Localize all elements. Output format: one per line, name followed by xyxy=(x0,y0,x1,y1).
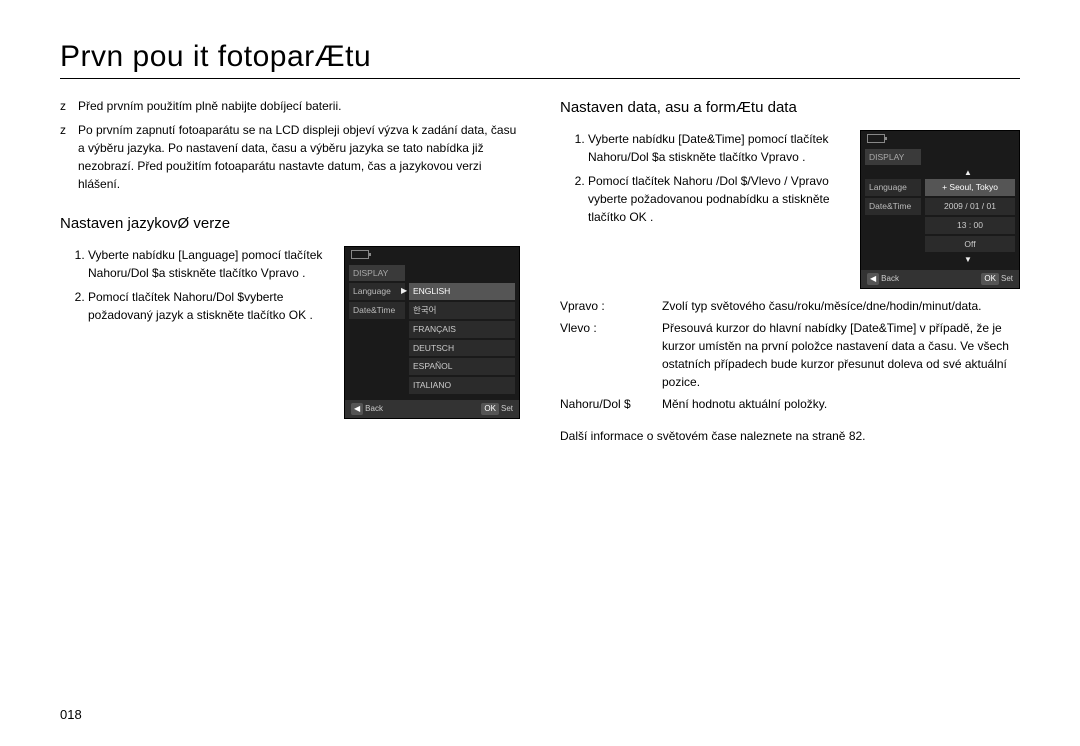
kv-row: Nahoru/Dol $ Mění hodnotu aktuální polož… xyxy=(560,395,1020,413)
lcd-row-value: 한국어 xyxy=(409,302,515,319)
left-steps: Vyberte nabídku [Language] pomocí tlačít… xyxy=(60,246,328,330)
lcd-foot-right: OKSet xyxy=(481,403,513,415)
lcd-list: DISPLAY Language ▶ENGLISH Date&Time 한국어 … xyxy=(345,263,519,400)
columns: z Před prvním použitím plně nabijte dobí… xyxy=(60,97,1020,445)
lcd-footer: ◀Back OKSet xyxy=(861,270,1019,288)
title-rule xyxy=(60,78,1020,79)
left-step-1: Vyberte nabídku [Language] pomocí tlačít… xyxy=(88,246,328,282)
lcd-statusbar xyxy=(861,131,1019,147)
intro-item-2: z Po prvním zapnutí fotoaparátu se na LC… xyxy=(60,121,520,193)
lcd-row-value: ESPAÑOL xyxy=(409,358,515,375)
lcd-heading: DISPLAY xyxy=(865,149,921,166)
lcd-language: DISPLAY Language ▶ENGLISH Date&Time 한국어 … xyxy=(344,246,520,419)
lcd-row-label: Language xyxy=(865,179,921,196)
lcd-foot-left: ◀Back xyxy=(867,273,899,285)
left-content-row: Vyberte nabídku [Language] pomocí tlačít… xyxy=(60,246,520,419)
right-column: Nastaven data, asu a formÆtu data Vybert… xyxy=(560,97,1020,445)
footnote: Další informace o světovém čase naleznet… xyxy=(560,427,1020,445)
lcd-row-value: 2009 / 01 / 01 xyxy=(925,198,1015,215)
lcd-row-value: ▶ENGLISH xyxy=(409,283,515,300)
left-column: z Před prvním použitím plně nabijte dobí… xyxy=(60,97,520,445)
lcd-row-value: FRANÇAIS xyxy=(409,321,515,338)
lcd-list: DISPLAY ▲ Language + Seoul, Tokyo Date&T… xyxy=(861,147,1019,271)
lcd-row-label: Date&Time xyxy=(865,198,921,215)
right-subhead: Nastaven data, asu a formÆtu data xyxy=(560,97,1020,120)
bullet: z xyxy=(60,121,70,193)
intro-text-2: Po prvním zapnutí fotoaparátu se na LCD … xyxy=(78,121,520,193)
arrow-right-icon: ▶ xyxy=(401,285,407,297)
kv-val: Přesouvá kurzor do hlavní nabídky [Date&… xyxy=(662,319,1020,391)
direction-table: Vpravo : Zvolí typ světového času/roku/m… xyxy=(560,297,1020,413)
battery-icon xyxy=(867,134,885,143)
right-step-1: Vyberte nabídku [Date&Time] pomocí tlačí… xyxy=(588,130,844,166)
triangle-down-icon: ▼ xyxy=(865,254,1015,266)
left-subhead: Nastaven jazykovØ verze xyxy=(60,213,520,236)
intro-text-1: Před prvním použitím plně nabijte dobíje… xyxy=(78,97,341,115)
lcd-foot-right: OKSet xyxy=(981,273,1013,285)
right-steps: Vyberte nabídku [Date&Time] pomocí tlačí… xyxy=(560,130,844,232)
lcd-value-text: ENGLISH xyxy=(413,286,450,296)
page-number: 018 xyxy=(60,707,82,722)
kv-key: Vpravo : xyxy=(560,297,650,315)
lcd-row-value: 13 : 00 xyxy=(925,217,1015,234)
left-step-2: Pomocí tlačítek Nahoru/Dol $vyberte poža… xyxy=(88,288,328,324)
kv-row: Vpravo : Zvolí typ světového času/roku/m… xyxy=(560,297,1020,315)
lcd-heading: DISPLAY xyxy=(349,265,405,282)
kv-row: Vlevo : Přesouvá kurzor do hlavní nabídk… xyxy=(560,319,1020,391)
intro-item-1: z Před prvním použitím plně nabijte dobí… xyxy=(60,97,520,115)
kv-val: Zvolí typ světového času/roku/měsíce/dne… xyxy=(662,297,1020,315)
lcd-statusbar xyxy=(345,247,519,263)
triangle-up-icon: ▲ xyxy=(865,167,1015,179)
right-step-2: Pomocí tlačítek Nahoru /Dol $/Vlevo / Vp… xyxy=(588,172,844,226)
kv-key: Nahoru/Dol $ xyxy=(560,395,650,413)
lcd-row-label: Language xyxy=(349,283,405,300)
lcd-footer: ◀Back OKSet xyxy=(345,400,519,418)
bullet: z xyxy=(60,97,70,115)
lcd-row-label: Date&Time xyxy=(349,302,405,319)
right-content-row: Vyberte nabídku [Date&Time] pomocí tlačí… xyxy=(560,130,1020,290)
battery-icon xyxy=(351,250,369,259)
kv-val: Mění hodnotu aktuální položky. xyxy=(662,395,1020,413)
lcd-row-value: DEUTSCH xyxy=(409,340,515,357)
lcd-row-value: + Seoul, Tokyo xyxy=(925,179,1015,196)
lcd-datetime: DISPLAY ▲ Language + Seoul, Tokyo Date&T… xyxy=(860,130,1020,290)
lcd-row-value: Off xyxy=(925,236,1015,253)
page-title: Prvn pou it fotoparÆtu xyxy=(60,40,1020,74)
page: Prvn pou it fotoparÆtu z Před prvním pou… xyxy=(0,0,1080,746)
kv-key: Vlevo : xyxy=(560,319,650,391)
lcd-foot-left: ◀Back xyxy=(351,403,383,415)
lcd-row-value: ITALIANO xyxy=(409,377,515,394)
